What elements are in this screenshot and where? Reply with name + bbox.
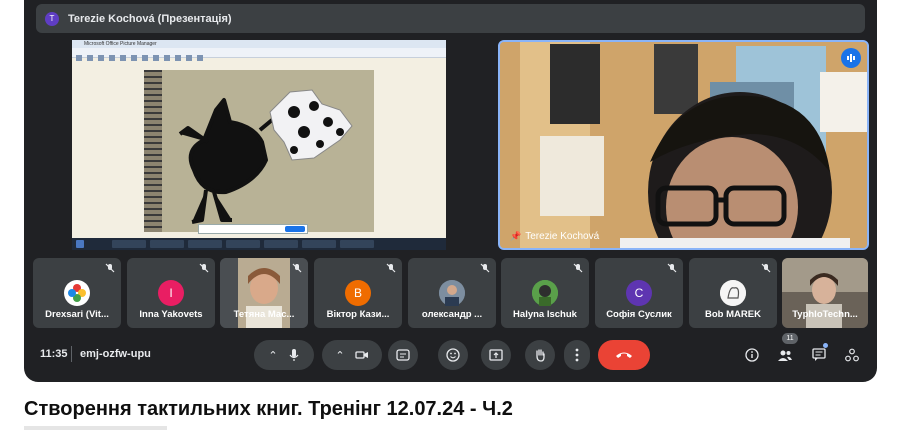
presentation-banner: T Terezie Kochová (Презентація) [36, 4, 865, 33]
video-title: Створення тактильних книг. Тренінг 12.07… [24, 398, 513, 420]
meeting-code: emj-ozfw-upu [80, 348, 151, 360]
microphone-control[interactable]: ⌃ [254, 340, 314, 370]
participant-tile[interactable]: В Віктор Кази... [314, 258, 402, 328]
participant-avatar: I [158, 280, 184, 306]
camera-control[interactable]: ⌃ [322, 340, 382, 370]
speaker-camera-tile[interactable]: 📌 Terezie Kochová [498, 40, 869, 250]
captions-button[interactable] [388, 340, 418, 370]
mic-muted-icon [573, 263, 583, 273]
divider [71, 346, 72, 362]
participant-tile[interactable]: Тетяна Мас... [220, 258, 308, 328]
participant-tile[interactable]: олександр ... [408, 258, 496, 328]
camera-name-label: 📌 Terezie Kochová [510, 231, 599, 242]
participant-tile[interactable]: Halyna Ischuk [501, 258, 589, 328]
participant-tile[interactable]: С Софія Суслик [595, 258, 683, 328]
meeting-clock: 11:35 [40, 348, 68, 360]
shared-screen-tile[interactable]: Microsoft Office Picture Manager [72, 40, 446, 250]
reactions-button[interactable] [438, 340, 468, 370]
participant-avatar [532, 280, 558, 306]
mic-muted-icon [105, 263, 115, 273]
participant-name: Тетяна Мас... [233, 309, 295, 320]
participant-tile[interactable]: Drexsari (Vit... [33, 258, 121, 328]
tactile-book-photo [144, 70, 374, 232]
shapes-icon [845, 348, 859, 362]
people-button[interactable] [776, 346, 794, 364]
mic-muted-icon [761, 263, 771, 273]
title-divider [24, 426, 167, 430]
emoji-icon [446, 348, 460, 362]
participant-name: Drexsari (Vit... [45, 309, 109, 320]
participant-name: Inna Yakovets [139, 309, 203, 320]
camera-participant-name: Terezie Kochová [525, 231, 600, 242]
chevron-up-icon[interactable]: ⌃ [335, 349, 344, 362]
chat-notification-dot [823, 343, 828, 348]
shared-screen-content: Microsoft Office Picture Manager [72, 40, 446, 250]
participant-name: Віктор Кази... [326, 309, 390, 320]
raise-hand-button[interactable] [525, 340, 555, 370]
participant-tile[interactable]: Bob MAREK [689, 258, 777, 328]
phone-hangup-icon [616, 352, 632, 358]
mic-muted-icon [480, 263, 490, 273]
camera-icon[interactable] [354, 349, 369, 361]
figure-illustration [178, 89, 353, 224]
present-screen-button[interactable] [481, 340, 511, 370]
participant-name: Halyna Ischuk [513, 309, 577, 320]
microphone-icon[interactable] [288, 348, 300, 362]
participant-avatar [64, 280, 90, 306]
people-count-badge: 11 [782, 333, 798, 344]
participant-name: Bob MAREK [705, 309, 761, 320]
window-ribbon [72, 48, 446, 61]
window-titlebar: Microsoft Office Picture Manager [72, 40, 446, 48]
present-icon [489, 349, 503, 361]
participant-name: Софія Суслик [606, 309, 672, 320]
participant-avatar: С [626, 280, 652, 306]
speaking-indicator-icon [841, 48, 861, 68]
participant-name: TyphloTechn... [792, 309, 858, 320]
activities-button[interactable] [843, 346, 861, 364]
participant-avatar [439, 280, 465, 306]
participant-avatar [720, 280, 746, 306]
meeting-info-button[interactable] [743, 346, 761, 364]
mic-muted-icon [386, 263, 396, 273]
chat-button[interactable] [810, 343, 828, 364]
pin-icon[interactable]: 📌 [510, 231, 521, 242]
more-vertical-icon [575, 348, 579, 362]
windows-taskbar [72, 238, 446, 250]
participant-tile[interactable]: TyphloTechn... [782, 258, 868, 328]
people-icon [778, 350, 792, 361]
camera-video-feed [500, 42, 867, 248]
mic-muted-icon [667, 263, 677, 273]
mic-muted-icon [199, 263, 209, 273]
participant-tile[interactable]: I Inna Yakovets [127, 258, 215, 328]
participant-name: олександр ... [421, 309, 483, 320]
leave-call-button[interactable] [598, 340, 650, 370]
mic-muted-icon [292, 263, 302, 273]
meet-video-frame: T Terezie Kochová (Презентація) Microsof… [24, 0, 877, 382]
browser-notification-popup[interactable] [198, 224, 308, 234]
captions-icon [396, 349, 410, 361]
popup-action-button[interactable] [285, 226, 305, 232]
hand-icon [536, 349, 545, 362]
presentation-title: Terezie Kochová (Презентація) [68, 12, 232, 25]
participant-avatar: В [345, 280, 371, 306]
more-options-button[interactable] [564, 340, 590, 370]
chat-icon [812, 348, 826, 361]
presenter-avatar: T [45, 11, 59, 26]
info-icon [745, 348, 759, 362]
chevron-up-icon[interactable]: ⌃ [268, 349, 277, 362]
